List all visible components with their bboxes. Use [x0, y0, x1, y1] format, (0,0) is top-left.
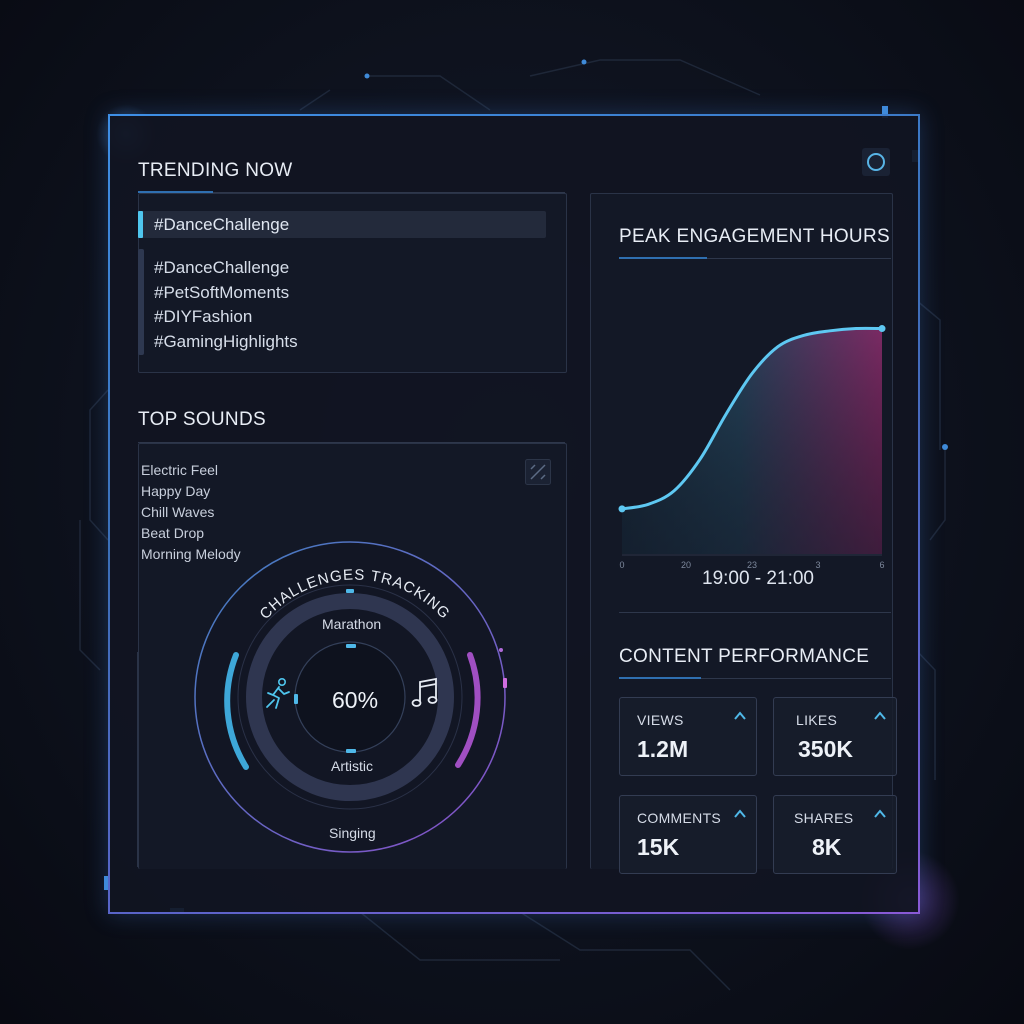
sounds-side-line [137, 652, 139, 867]
metric-tile-views[interactable]: VIEWS 1.2M [619, 697, 757, 776]
circle-icon[interactable] [862, 148, 890, 176]
trending-item[interactable]: #DanceChallenge [154, 258, 289, 278]
sound-item[interactable]: Beat Drop [141, 525, 204, 541]
chevron-up-icon [874, 809, 886, 818]
trending-selected-item[interactable]: #DanceChallenge [138, 211, 546, 238]
metric-label: COMMENTS [637, 810, 722, 826]
metric-tile-comments[interactable]: COMMENTS 15K [619, 795, 757, 874]
expand-icon[interactable] [525, 459, 551, 485]
challenge-label-artistic: Artistic [331, 758, 373, 774]
challenge-label-singing: Singing [329, 825, 376, 841]
trending-selected-label: #DanceChallenge [154, 215, 290, 234]
peak-range-label: 19:00 - 21:00 [702, 568, 814, 589]
trending-item[interactable]: #GamingHighlights [154, 332, 298, 352]
x-tick-label: 6 [879, 560, 884, 570]
metric-value: 8K [812, 834, 842, 860]
music-note-icon[interactable] [410, 676, 440, 710]
sound-item[interactable]: Electric Feel [141, 462, 218, 478]
trending-item[interactable]: #DIYFashion [154, 307, 252, 327]
chevron-up-icon [734, 809, 746, 818]
sound-item[interactable]: Chill Waves [141, 504, 214, 520]
selection-indicator [138, 211, 143, 238]
metric-label: SHARES [794, 810, 854, 826]
performance-rule-accent [619, 677, 701, 679]
metric-value: 350K [798, 736, 853, 762]
engagement-bottom-rule [619, 612, 891, 613]
challenge-label-marathon: Marathon [322, 616, 382, 632]
sound-item[interactable]: Happy Day [141, 483, 210, 499]
trending-title: TRENDING NOW [138, 160, 293, 181]
metric-tile-likes[interactable]: LIKES 350K [773, 697, 897, 776]
metric-value: 15K [637, 834, 680, 860]
metric-label: VIEWS [637, 712, 684, 728]
metric-value: 1.2M [637, 736, 689, 762]
x-tick-label: 20 [681, 560, 691, 570]
sounds-title: TOP SOUNDS [138, 409, 266, 430]
engagement-area-shade [622, 328, 882, 554]
metric-tile-shares[interactable]: SHARES 8K [773, 795, 897, 874]
engagement-title: PEAK ENGAGEMENT HOURS [619, 226, 890, 247]
running-icon[interactable] [262, 677, 292, 711]
engagement-rule-accent [619, 257, 707, 259]
x-tick-label: 0 [619, 560, 624, 570]
engagement-point[interactable] [618, 505, 626, 513]
x-tick-label: 3 [815, 560, 820, 570]
engagement-point[interactable] [878, 325, 886, 333]
engagement-chart: 0 20 23 3 6 [618, 325, 886, 570]
trending-item[interactable]: #PetSoftMoments [154, 283, 289, 303]
performance-title: CONTENT PERFORMANCE [619, 646, 870, 667]
metric-label: LIKES [796, 712, 838, 728]
challenge-progress-value: 60% [332, 687, 379, 713]
chevron-up-icon [734, 711, 746, 720]
chevron-up-icon [874, 711, 886, 720]
trending-scrollbar[interactable] [138, 249, 144, 355]
